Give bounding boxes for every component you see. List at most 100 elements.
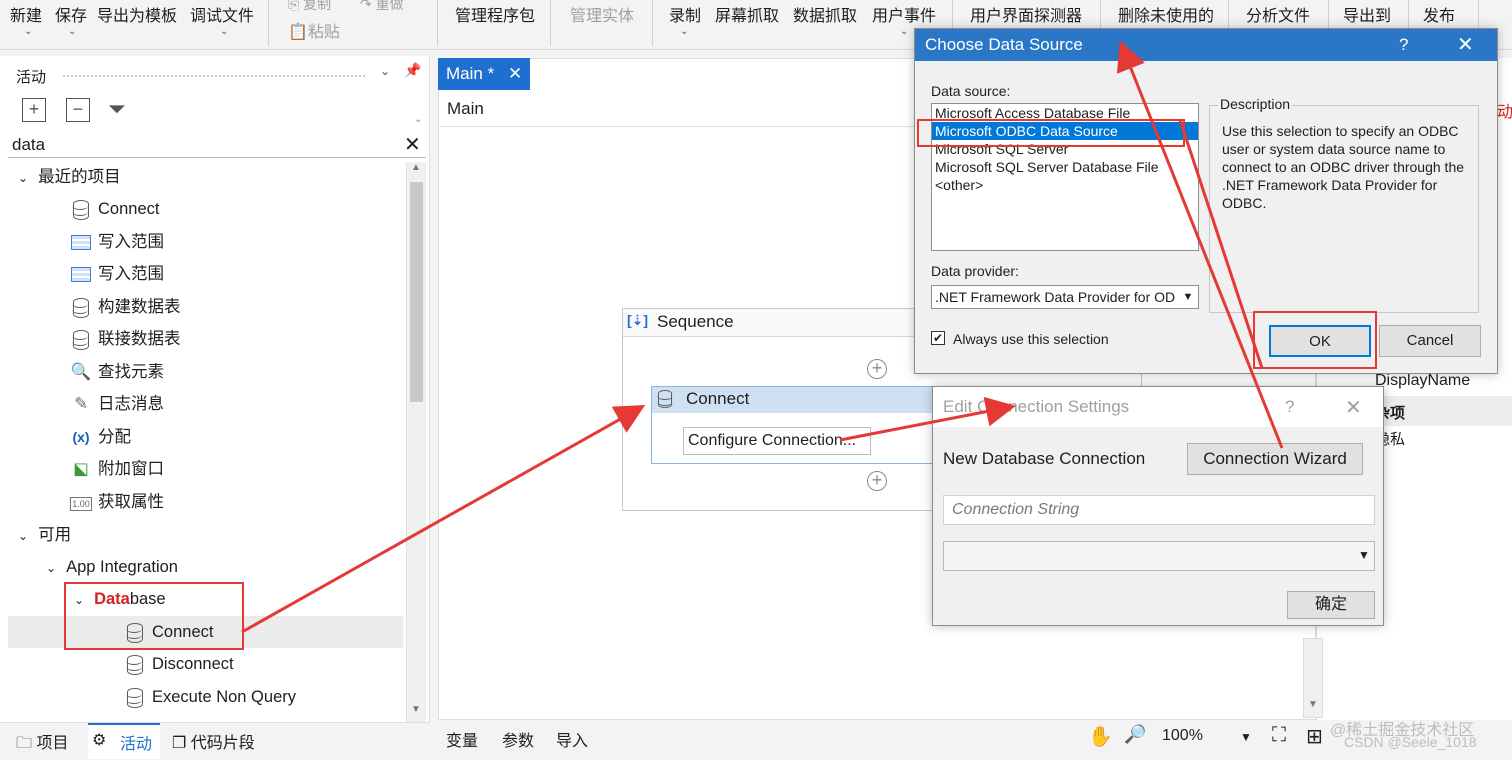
expand-all-icon[interactable]: + — [22, 98, 46, 122]
ribbon-divider — [550, 0, 551, 46]
ribbon-divider — [437, 0, 438, 46]
recent-item-connect[interactable]: Connect — [70, 193, 159, 225]
tree-header-available[interactable]: ⌄ 可用 — [18, 519, 71, 551]
property-display-name[interactable]: DisplayName — [1375, 372, 1470, 390]
breadcrumb[interactable]: Main — [447, 99, 484, 119]
add-activity-icon[interactable]: + — [867, 359, 887, 379]
close-icon[interactable]: ✕ — [1457, 29, 1474, 61]
tab-activities[interactable]: ⚙ 活动 — [88, 723, 160, 759]
always-use-checkbox[interactable]: ✔ — [931, 331, 945, 345]
recent-item-join-datatable[interactable]: 联接数据表 — [70, 323, 181, 355]
tab-snippets[interactable]: ❐ 代码片段 — [172, 729, 255, 753]
help-icon[interactable]: ? — [1399, 29, 1408, 61]
analyze-file-button[interactable]: 分析文件 — [1246, 2, 1310, 26]
data-scraping-button[interactable]: 数据抓取 — [793, 2, 857, 26]
close-tab-icon[interactable]: ✕ — [508, 58, 522, 90]
recent-item-write-range[interactable]: 写入范围 — [70, 226, 164, 258]
remove-unused-button[interactable]: 删除未使用的 — [1118, 2, 1214, 26]
recent-item-write-range[interactable]: 写入范围 — [70, 258, 164, 290]
variables-tab[interactable]: 变量 — [446, 727, 478, 751]
new-button[interactable]: 新建 — [10, 2, 42, 26]
cancel-button[interactable]: Cancel — [1379, 325, 1481, 357]
activities-icon: ⚙ — [92, 732, 107, 749]
manage-packages-button[interactable]: 管理程序包 — [455, 2, 535, 26]
chevron-down-icon: ⌄ — [18, 171, 29, 185]
ui-explorer-button[interactable]: 用户界面探测器 — [970, 2, 1082, 26]
connect-activity[interactable]: Connect Configure Connection... — [651, 386, 951, 464]
pin-icon[interactable]: 📌 — [404, 62, 421, 79]
chevron-down-icon[interactable]: ⌄ — [900, 26, 908, 37]
chevron-down-icon[interactable]: ⌄ — [220, 26, 228, 37]
publish-button[interactable]: 发布 — [1423, 2, 1455, 26]
recent-item-log-message[interactable]: ✎ 日志消息 — [70, 388, 164, 420]
export-to-button[interactable]: 导出到 — [1343, 2, 1391, 26]
dropdown-arrow-icon[interactable]: ▼ — [1178, 286, 1198, 308]
ribbon-divider — [652, 0, 653, 46]
recent-item-attach-window[interactable]: ⬕ 附加窗口 — [70, 453, 164, 485]
database-item-execute-non-query[interactable]: Execute Non Query — [124, 681, 296, 713]
zoom-level[interactable]: 100% — [1162, 727, 1203, 745]
always-use-label[interactable]: Always use this selection — [953, 331, 1109, 347]
connection-string-input[interactable]: Connection String — [943, 495, 1375, 525]
chevron-down-icon[interactable]: ⌄ — [24, 26, 32, 37]
redo-button[interactable]: ↷ 重做 — [360, 0, 404, 14]
chevron-down-icon: ⌄ — [46, 561, 57, 575]
close-icon[interactable]: ✕ — [1345, 395, 1362, 420]
recent-item-assign[interactable]: (x) 分配 — [70, 421, 131, 453]
paste-button[interactable]: 📋粘贴 — [288, 18, 340, 42]
data-provider-select[interactable]: .NET Framework Data Provider for OD ▼ — [931, 285, 1199, 309]
help-icon[interactable]: ? — [1285, 397, 1294, 417]
tree-node-app-integration[interactable]: ⌄ App Integration — [46, 551, 178, 583]
debug-file-button[interactable]: 调试文件 — [190, 2, 254, 26]
configure-connection-button[interactable]: Configure Connection... — [683, 427, 871, 455]
data-source-option[interactable]: <other> — [932, 176, 1198, 194]
scroll-down-icon[interactable]: ▼ — [1308, 699, 1318, 710]
chevron-down-icon[interactable]: ⌄ — [680, 26, 688, 37]
fit-screen-icon[interactable]: ⛶ — [1272, 724, 1286, 747]
hand-icon[interactable]: ✋ — [1088, 724, 1113, 749]
filter-icon[interactable]: ⏷ — [108, 96, 126, 122]
tree-header-recent[interactable]: ⌄ 最近的项目 — [18, 161, 121, 193]
save-button[interactable]: 保存 — [55, 2, 87, 26]
chevron-down-icon[interactable]: ⌄ — [414, 114, 422, 125]
scroll-down-icon[interactable]: ▼ — [411, 704, 421, 715]
search-box[interactable]: data ✕ — [8, 132, 426, 158]
manage-entities-button[interactable]: 管理实体 — [570, 2, 634, 26]
zoom-icon[interactable]: 🔎 — [1124, 724, 1146, 745]
data-source-option[interactable]: Microsoft SQL Server Database File — [932, 158, 1198, 176]
connection-wizard-button[interactable]: Connection Wizard — [1187, 443, 1363, 475]
clear-search-icon[interactable]: ✕ — [404, 132, 421, 157]
database-item-disconnect[interactable]: Disconnect — [124, 648, 234, 680]
tab-main[interactable]: Main * ✕ — [438, 58, 530, 90]
user-events-button[interactable]: 用户事件 — [872, 2, 936, 26]
designer-statusbar: 变量 参数 导入 ✋ 🔎 100% ▼ ⛶ ⊞ @稀土掘金技术社区 CSDN @… — [438, 722, 1512, 760]
scrollbar[interactable]: ▼ — [1303, 638, 1323, 718]
dropdown-arrow-icon[interactable]: ▼ — [1358, 548, 1370, 562]
search-input[interactable]: data — [12, 135, 45, 155]
scrollbar-thumb[interactable] — [410, 182, 423, 402]
tab-project[interactable]: 🗀 项目 — [16, 729, 68, 759]
recent-item-find-element[interactable]: 🔍 查找元素 — [70, 356, 164, 388]
recent-item-get-attribute[interactable]: 1.00 获取属性 — [70, 486, 164, 518]
panel-grip — [62, 74, 367, 78]
record-button[interactable]: 录制 — [669, 2, 701, 26]
panel-title: 活动 — [16, 69, 47, 86]
zoom-dropdown-icon[interactable]: ▼ — [1240, 730, 1252, 744]
overview-icon[interactable]: ⊞ — [1306, 724, 1323, 749]
arguments-tab[interactable]: 参数 — [502, 727, 534, 751]
export-template-button[interactable]: 导出为模板 — [97, 2, 177, 26]
scroll-up-icon[interactable]: ▲ — [411, 162, 421, 173]
chevron-down-icon[interactable]: ⌄ — [380, 64, 390, 78]
confirm-button[interactable]: 确定 — [1287, 591, 1375, 619]
chevron-down-icon[interactable]: ⌄ — [68, 26, 76, 37]
properties-partial-text: 动 — [1497, 104, 1512, 121]
add-activity-icon[interactable]: + — [867, 471, 887, 491]
imports-tab[interactable]: 导入 — [556, 727, 588, 751]
provider-dropdown[interactable]: ▼ — [943, 541, 1375, 571]
screen-scraping-button[interactable]: 屏幕抓取 — [715, 2, 779, 26]
connect-activity-header[interactable]: Connect — [652, 387, 950, 413]
copy-button[interactable]: ⎘ 复制 — [288, 0, 331, 14]
recent-item-build-datatable[interactable]: 构建数据表 — [70, 291, 181, 323]
collapse-all-icon[interactable]: − — [66, 98, 90, 122]
scrollbar[interactable]: ▲ ▼ — [406, 162, 426, 722]
